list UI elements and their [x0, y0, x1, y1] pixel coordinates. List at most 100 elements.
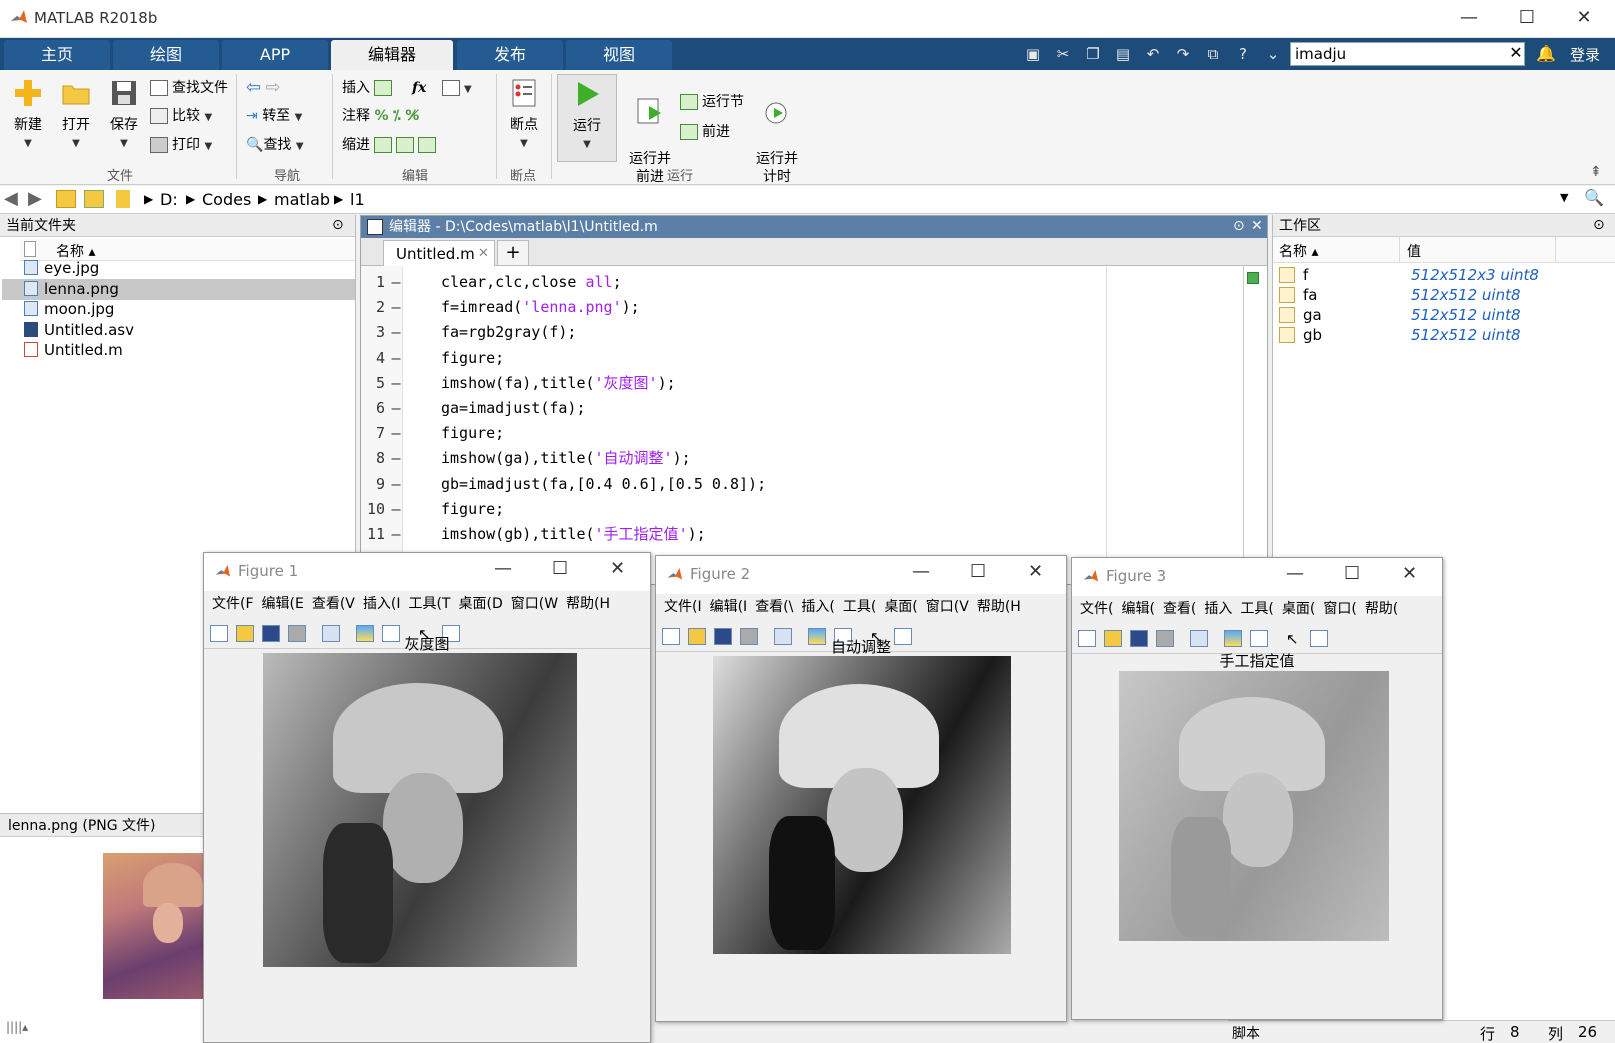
dropdown-icon[interactable]: ⌄ [1262, 45, 1284, 63]
menu-help[interactable]: 帮助( [1365, 601, 1398, 617]
indent-button[interactable]: 缩进 [342, 133, 440, 157]
save-figure-icon[interactable] [1130, 630, 1148, 647]
tab-plots[interactable]: 绘图 [113, 40, 219, 70]
code-line[interactable]: 3— fa=rgb2gray(f); [361, 319, 1267, 345]
code-line[interactable]: 9— gb=imadjust(fa,[0.4 0.6],[0.5 0.8]); [361, 471, 1267, 497]
menu-desktop[interactable]: 桌面( [884, 599, 917, 615]
add-tab-button[interactable]: + [497, 240, 529, 266]
maximize-button[interactable]: ☐ [552, 558, 568, 579]
tab-publish[interactable]: 发布 [457, 40, 563, 70]
menu-view[interactable]: 查看(\ [755, 599, 793, 615]
menu-tools[interactable]: 工具( [843, 599, 876, 615]
search-folder-icon[interactable]: 🔍 [1584, 188, 1604, 207]
forward-icon[interactable]: ▶ [28, 188, 42, 209]
breakpoint-marker[interactable]: — [385, 395, 407, 421]
redo-icon[interactable]: ↷ [1172, 45, 1194, 63]
breakpoint-marker[interactable]: — [385, 294, 407, 320]
maximize-button[interactable]: ☐ [970, 561, 986, 582]
breakpoint-marker[interactable]: — [385, 370, 407, 396]
workspace-var-row[interactable]: fa 512x512 uint8 [1273, 285, 1615, 305]
menu-file[interactable]: 文件( [1080, 601, 1113, 617]
file-item[interactable]: moon.jpg [24, 299, 114, 320]
collapse-toolstrip-icon[interactable]: ⇞ [1590, 164, 1602, 180]
workspace-var-row[interactable]: ga 512x512 uint8 [1273, 305, 1615, 325]
copy-icon[interactable]: ❐ [1082, 45, 1104, 63]
insert-colorbar-icon[interactable] [1224, 630, 1242, 647]
menu-file[interactable]: 文件(F [212, 596, 254, 612]
menu-window[interactable]: 窗口(V [926, 599, 969, 615]
breakpoint-marker[interactable]: — [385, 420, 407, 446]
maximize-button[interactable]: ☐ [1503, 0, 1551, 38]
breakpoint-marker[interactable]: — [385, 345, 407, 371]
new-button[interactable]: 新建 ▼ [8, 78, 48, 150]
run-and-time-button[interactable]: 运行并 计时 [752, 78, 802, 186]
close-button[interactable]: ✕ [1028, 561, 1043, 582]
pointer-icon[interactable]: ↖ [1286, 630, 1304, 648]
breakpoint-marker[interactable]: — [385, 496, 407, 522]
crumb-matlab[interactable]: matlab [274, 190, 330, 209]
ws-value-header[interactable]: 值 [1407, 241, 1421, 261]
login-link[interactable]: 登录 [1570, 44, 1600, 65]
nav-back-forward[interactable]: ⇦ ⇨ [246, 76, 281, 100]
breakpoint-marker[interactable]: — [385, 471, 407, 497]
browse-folder-icon[interactable] [84, 190, 104, 208]
menu-insert[interactable]: 插入 [1204, 601, 1232, 617]
print-figure-icon[interactable] [1156, 630, 1174, 647]
editor-tab-untitled[interactable]: Untitled.m ✕ [383, 240, 495, 266]
menu-view[interactable]: 查看( [1163, 601, 1196, 617]
workspace-var-row[interactable]: gb 512x512 uint8 [1273, 325, 1615, 345]
ws-name-header[interactable]: 名称 ▴ [1279, 241, 1318, 261]
editor-menu-icon[interactable]: ⊙ [1233, 218, 1245, 234]
help-icon[interactable]: ? [1232, 45, 1254, 63]
menu-desktop[interactable]: 桌面( [1282, 601, 1315, 617]
menu-edit[interactable]: 编辑(E [262, 596, 304, 612]
close-button[interactable]: ✕ [1560, 0, 1608, 38]
tab-editor[interactable]: 编辑器 [331, 40, 453, 70]
panel-menu-icon[interactable]: ⊙ [1593, 217, 1605, 233]
documentation-search-input[interactable]: imadju [1290, 42, 1525, 66]
breakpoint-marker[interactable]: — [385, 445, 407, 471]
breakpoint-marker[interactable]: — [385, 521, 407, 547]
switch-windows-icon[interactable]: ⧉ [1202, 45, 1224, 63]
menu-window[interactable]: 窗口(W [511, 596, 558, 612]
tab-home[interactable]: 主页 [4, 40, 110, 70]
code-line[interactable]: 2— f=imread('lenna.png'); [361, 294, 1267, 320]
open-file-icon[interactable] [1104, 630, 1122, 647]
menu-file[interactable]: 文件(I [664, 599, 702, 615]
tab-view[interactable]: 视图 [566, 40, 672, 70]
run-button[interactable]: 运行 ▼ [557, 74, 617, 162]
crumb-codes[interactable]: Codes [202, 190, 251, 209]
code-line[interactable]: 7— figure; [361, 420, 1267, 446]
find-files-button[interactable]: 查找文件 [150, 76, 228, 100]
menu-view[interactable]: 查看(V [312, 596, 355, 612]
code-line[interactable]: 4— figure; [361, 345, 1267, 371]
code-line[interactable]: 1— clear,clc,close all; [361, 269, 1267, 295]
insert-button[interactable]: 插入 [342, 76, 396, 100]
save-icon[interactable]: ▣ [1022, 45, 1044, 63]
menu-edit[interactable]: 编辑(I [710, 599, 748, 615]
file-item-selected[interactable]: lenna.png [24, 279, 119, 300]
up-folder-icon[interactable] [56, 190, 76, 208]
compare-button[interactable]: 比较 ▼ [150, 104, 212, 128]
insert-function-button[interactable]: fx [412, 76, 426, 100]
menu-help[interactable]: 帮助(H [566, 596, 610, 612]
tab-apps[interactable]: APP [222, 40, 328, 70]
print-button[interactable]: 打印 ▼ [150, 133, 212, 157]
menu-insert[interactable]: 插入(I [363, 596, 401, 612]
notification-bell-icon[interactable]: 🔔 [1536, 44, 1556, 63]
tab-close-icon[interactable]: ✕ [478, 246, 489, 261]
close-button[interactable]: ✕ [1402, 563, 1417, 584]
code-line[interactable]: 11— imshow(gb),title('手工指定值'); [361, 521, 1267, 547]
menu-insert[interactable]: 插入( [801, 599, 834, 615]
menu-help[interactable]: 帮助(H [977, 599, 1021, 615]
crumb-drive[interactable]: D: [160, 190, 178, 209]
save-button[interactable]: 保存 ▼ [104, 78, 144, 150]
code-line[interactable]: 10— figure; [361, 496, 1267, 522]
menu-desktop[interactable]: 桌面(D [458, 596, 502, 612]
comment-button[interactable]: 注释 % ⁒ %̸ [342, 104, 419, 128]
link-plot-icon[interactable] [1190, 630, 1208, 647]
find-button[interactable]: 🔍查找 ▼ [246, 133, 304, 157]
minimize-button[interactable]: — [1286, 563, 1304, 584]
file-item[interactable]: Untitled.asv [24, 320, 134, 341]
panel-menu-icon[interactable]: ⊙ [332, 217, 344, 233]
